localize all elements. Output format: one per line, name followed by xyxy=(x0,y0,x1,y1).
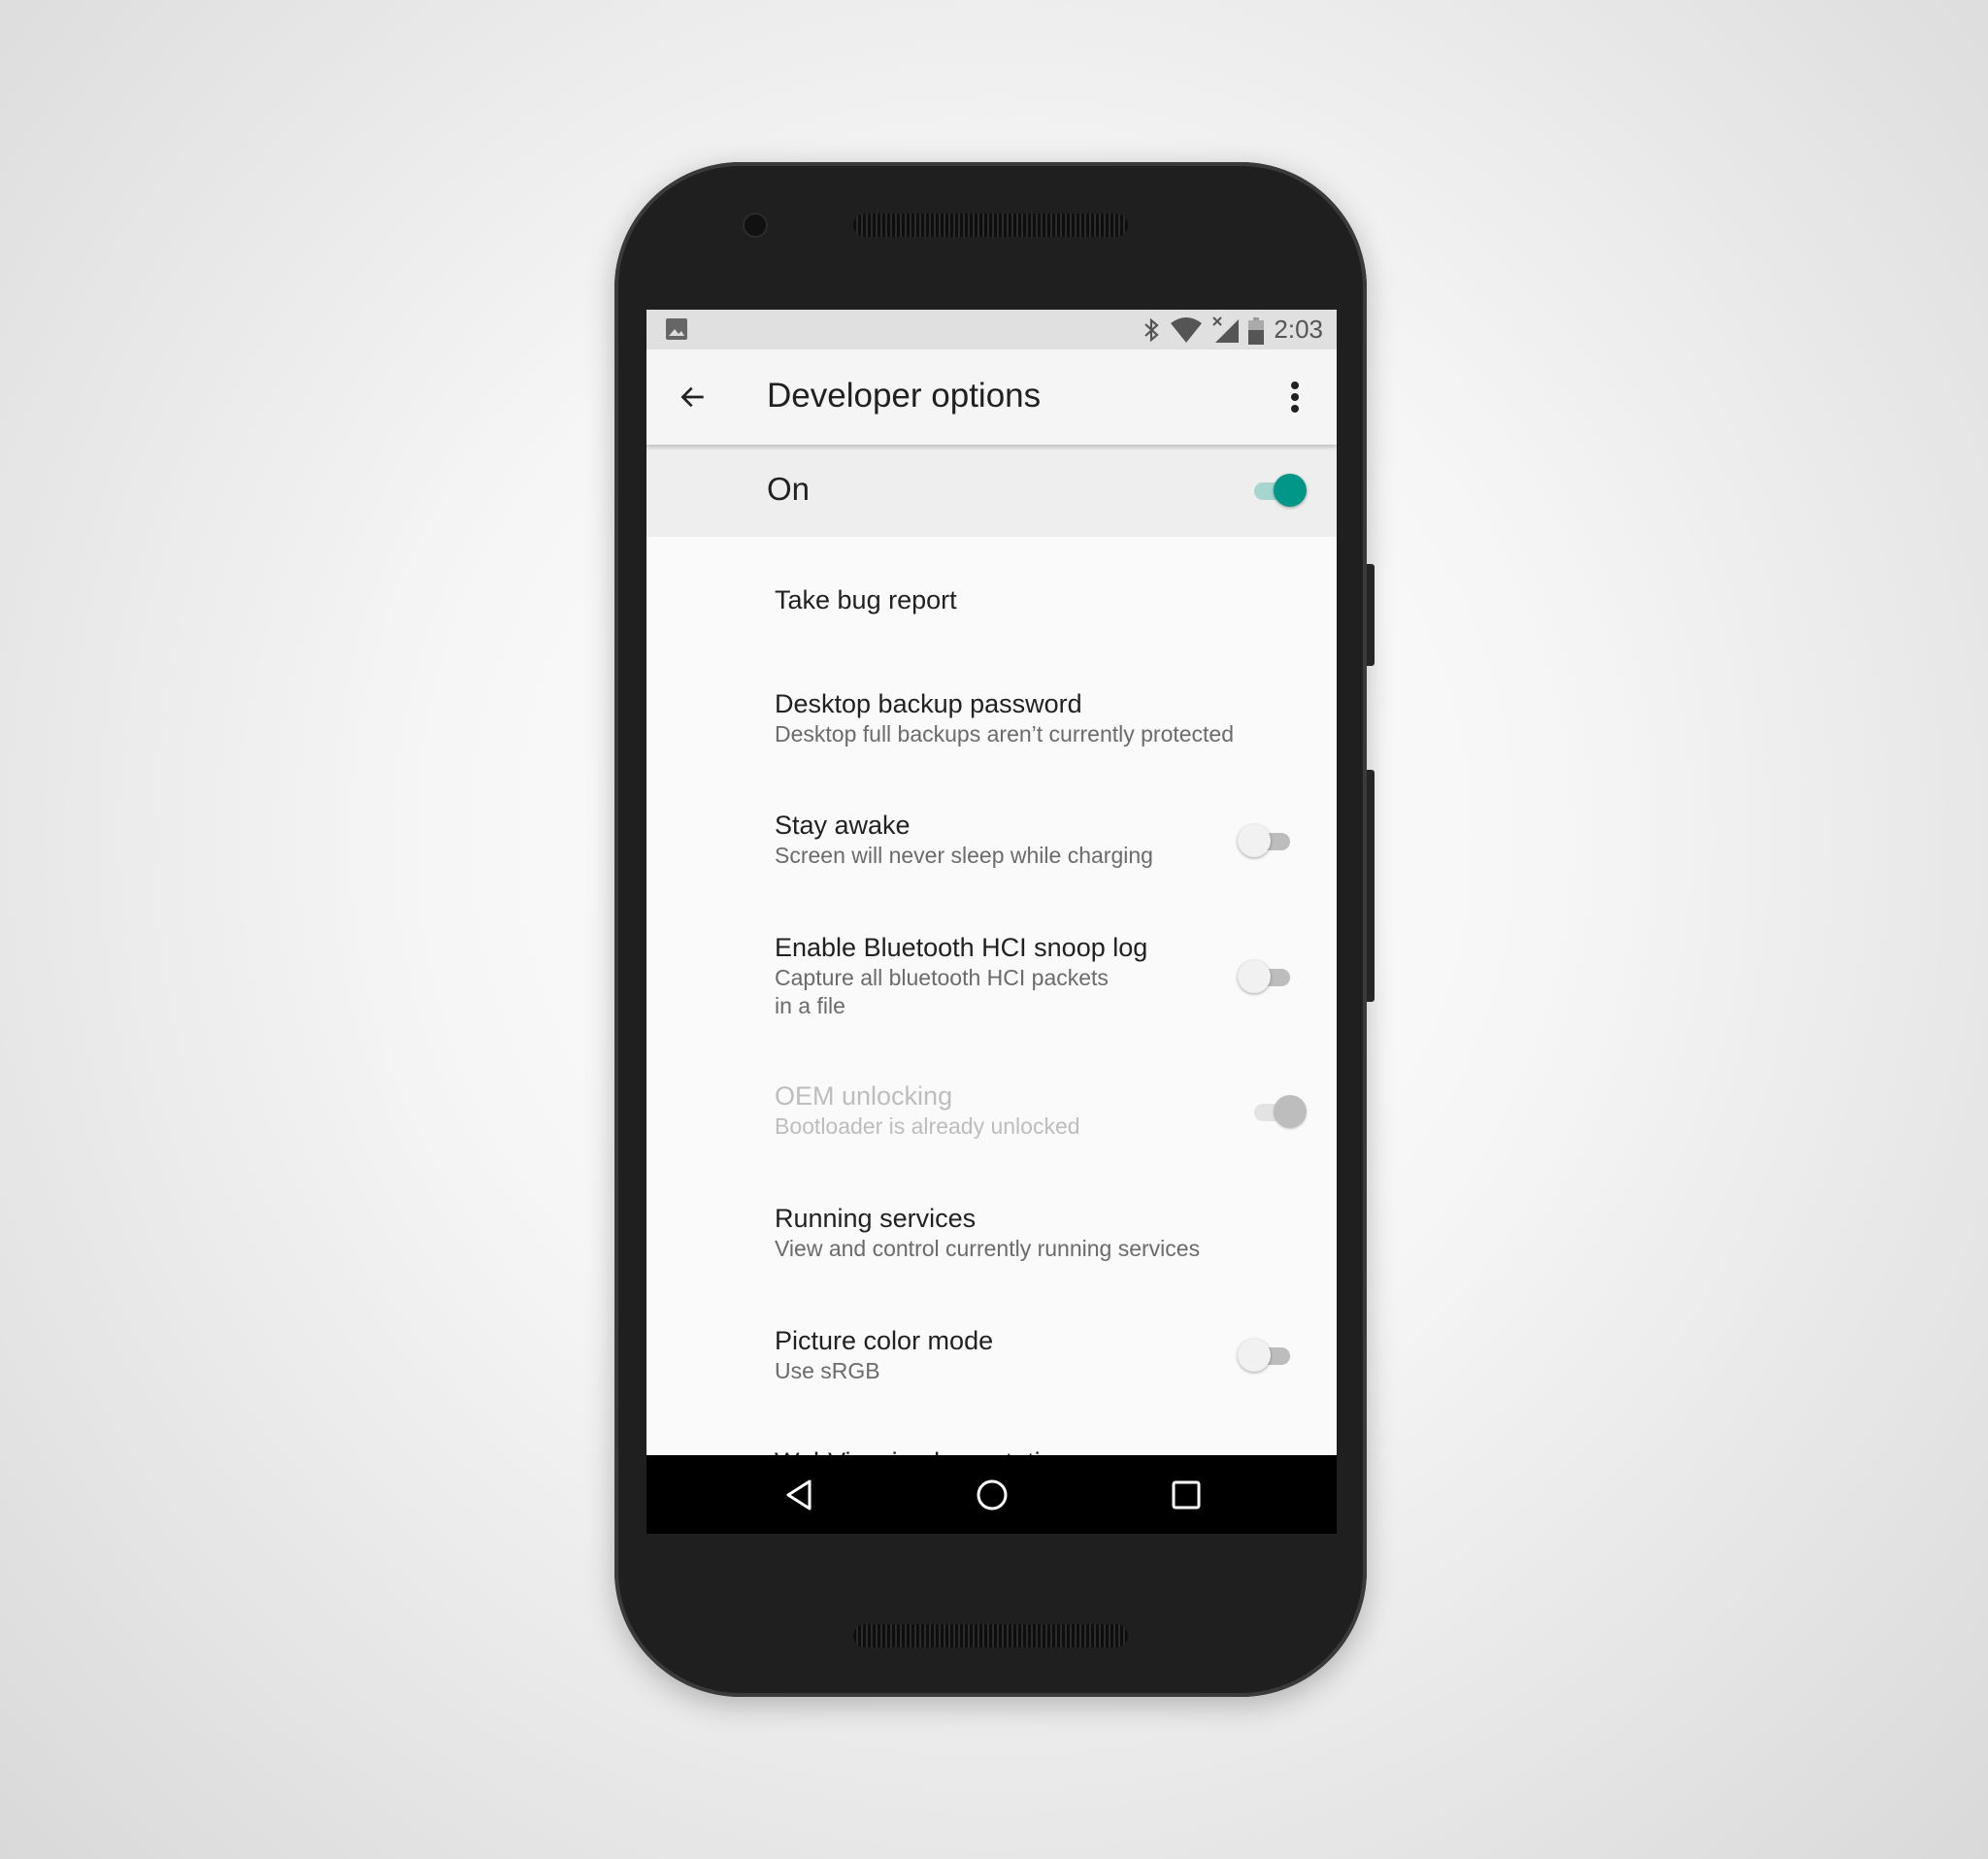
signal-no-data-icon xyxy=(1212,316,1239,343)
arrow-back-icon[interactable] xyxy=(678,382,709,413)
master-switch-label: On xyxy=(767,471,811,507)
bluetooth-icon xyxy=(1144,317,1159,343)
navigation-bar xyxy=(646,1455,1337,1534)
nav-back-icon[interactable] xyxy=(784,1478,813,1511)
wifi-icon xyxy=(1171,317,1202,343)
bottom-speaker xyxy=(853,1624,1128,1647)
stay-awake-toggle[interactable] xyxy=(1238,821,1294,860)
top-speaker xyxy=(853,214,1128,237)
volume-button[interactable] xyxy=(1367,770,1375,1002)
front-camera xyxy=(745,215,766,236)
master-toggle[interactable] xyxy=(1250,471,1307,510)
bluetooth-hci-toggle[interactable] xyxy=(1238,957,1294,996)
setting-running-services[interactable]: Running services View and control curren… xyxy=(775,1202,1337,1263)
nav-home-icon[interactable] xyxy=(976,1478,1009,1511)
page-title: Developer options xyxy=(767,377,1042,415)
more-vert-icon[interactable] xyxy=(1290,381,1300,414)
setting-desktop-backup-password[interactable]: Desktop backup password Desktop full bac… xyxy=(775,687,1337,748)
app-toolbar: Developer options xyxy=(646,349,1337,445)
power-button[interactable] xyxy=(1367,564,1375,666)
master-switch-bar[interactable]: On xyxy=(646,445,1337,537)
battery-icon xyxy=(1248,317,1264,345)
nav-recents-icon[interactable] xyxy=(1172,1480,1201,1510)
setting-take-bug-report[interactable]: Take bug report xyxy=(775,583,1337,616)
status-time: 2:03 xyxy=(1274,315,1323,344)
phone-screen: 2:03 Developer options On Take bug repor… xyxy=(646,310,1337,1534)
picture-color-mode-toggle[interactable] xyxy=(1238,1336,1294,1375)
oem-unlocking-toggle xyxy=(1250,1092,1307,1131)
image-notification-icon xyxy=(666,318,687,340)
status-bar: 2:03 xyxy=(646,310,1337,349)
